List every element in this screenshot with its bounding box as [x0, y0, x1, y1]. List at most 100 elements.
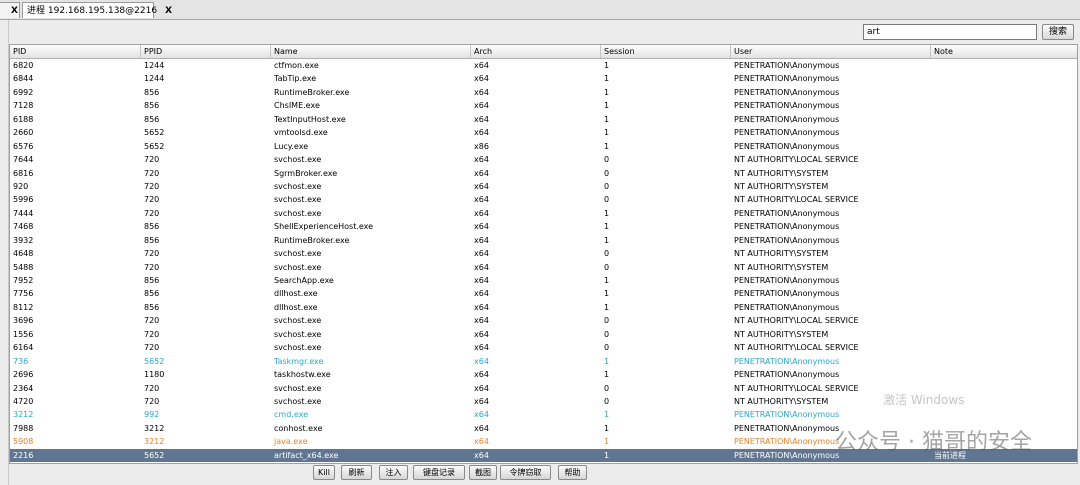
table-row[interactable]: 2660 5652 vmtoolsd.exe x64 1 PENETRATION\Anon…	[10, 126, 1077, 139]
cell-ppid: 1180	[144, 370, 165, 380]
kill-button[interactable]: Kill	[313, 465, 335, 480]
table-row[interactable]: 7952 856 SearchApp.exe x64 1 PENETRATION\Anon…	[10, 274, 1077, 287]
cell-user: PENETRATION\Anonymous	[734, 74, 840, 84]
cell-user: PENETRATION\Anonymous	[734, 423, 840, 433]
table-row[interactable]: 6820 1244 ctfmon.exe x64 1 PENETRATION\Anonym…	[10, 59, 1077, 72]
tab-previous[interactable]: X	[0, 2, 20, 18]
cell-session: 0	[604, 343, 610, 353]
table-row[interactable]: 3696 720 svchost.exe x64 0 NT AUTHORITY\LOCAL…	[10, 314, 1077, 327]
cell-user: PENETRATION\Anonymous	[734, 289, 840, 299]
cell-pid: 3212	[13, 410, 34, 420]
cell-pid: 6188	[13, 114, 34, 124]
table-row[interactable]: 7644 720 svchost.exe x64 0 NT AUTHORITY\LOCAL…	[10, 153, 1077, 166]
search-button[interactable]: 搜索	[1042, 24, 1074, 40]
cell-session: 1	[604, 235, 610, 245]
cell-user: PENETRATION\Anonymous	[734, 114, 840, 124]
cell-ppid: 3212	[144, 437, 165, 447]
cell-pid: 5488	[13, 262, 34, 272]
cell-arch: x64	[474, 423, 489, 433]
watermark-text: 公众号 · 猫哥的安全	[835, 430, 1032, 455]
cell-session: 1	[604, 450, 610, 460]
cell-arch: x64	[474, 155, 489, 165]
refresh-button[interactable]: 刷新	[341, 465, 372, 480]
steal-token-button[interactable]: 令牌窃取	[500, 465, 551, 480]
cell-user: PENETRATION\Anonymous	[734, 437, 840, 447]
column-header-user[interactable]: User	[731, 45, 931, 58]
cell-ppid: 720	[144, 208, 160, 218]
cell-arch: x64	[474, 289, 489, 299]
cell-user: NT AUTHORITY\SYSTEM	[734, 396, 829, 406]
cell-arch: x64	[474, 235, 489, 245]
cell-user: PENETRATION\Anonymous	[734, 128, 840, 138]
cell-ppid: 1244	[144, 61, 165, 70]
column-header-name[interactable]: Name	[271, 45, 471, 58]
inject-button[interactable]: 注入	[379, 465, 408, 480]
table-row[interactable]: 3932 856 RuntimeBroker.exe x64 1 PENETRATION\…	[10, 234, 1077, 247]
cell-arch: x64	[474, 101, 489, 111]
cell-session: 1	[604, 141, 610, 151]
cell-pid: 8112	[13, 302, 34, 312]
column-header-arch[interactable]: Arch	[471, 45, 601, 58]
table-row[interactable]: 7128 856 ChsIME.exe x64 1 PENETRATION\Anonymo…	[10, 99, 1077, 112]
cell-ppid: 720	[144, 383, 160, 393]
table-row[interactable]: 5996 720 svchost.exe x64 0 NT AUTHORITY\LOCAL…	[10, 193, 1077, 206]
cell-user: PENETRATION\Anonymous	[734, 141, 840, 151]
cell-ppid: 856	[144, 289, 160, 299]
cell-user: NT AUTHORITY\LOCAL SERVICE	[734, 195, 859, 205]
cell-name: RuntimeBroker.exe	[274, 87, 350, 97]
cell-ppid: 5652	[144, 450, 165, 460]
table-row[interactable]: 6816 720 SgrmBroker.exe x64 0 NT AUTHORITY\SY…	[10, 167, 1077, 180]
column-header-note[interactable]: Note	[931, 45, 1077, 58]
cell-arch: x64	[474, 208, 489, 218]
cell-session: 1	[604, 222, 610, 232]
column-header-session[interactable]: Session	[601, 45, 731, 58]
cell-name: RuntimeBroker.exe	[274, 235, 350, 245]
cell-ppid: 5652	[144, 141, 165, 151]
table-row[interactable]: 2696 1180 taskhostw.exe x64 1 PENETRATION\Ano…	[10, 368, 1077, 381]
cell-ppid: 856	[144, 276, 160, 285]
cell-session: 1	[604, 370, 610, 380]
cell-ppid: 720	[144, 155, 160, 165]
cell-user: PENETRATION\Anonymous	[734, 208, 840, 218]
cell-user: NT AUTHORITY\LOCAL SERVICE	[734, 383, 859, 393]
cell-ppid: 856	[144, 302, 160, 312]
help-button[interactable]: 帮助	[558, 465, 587, 480]
cell-name: ChsIME.exe	[274, 101, 320, 111]
table-row[interactable]: 736 5652 Taskmgr.exe x64 1 PENETRATION\Anonym…	[10, 355, 1077, 368]
tab-processes[interactable]: 进程 192.168.195.138@2216 X	[22, 2, 172, 18]
search-input[interactable]	[863, 24, 1037, 40]
cell-pid: 4720	[13, 396, 34, 406]
cell-user: PENETRATION\Anonymous	[734, 235, 840, 245]
table-row[interactable]: 6188 856 TextInputHost.exe x64 1 PENETRATION\…	[10, 113, 1077, 126]
tab-processes-close-icon[interactable]: X	[165, 6, 172, 16]
cell-arch: x64	[474, 128, 489, 138]
table-row[interactable]: 6844 1244 TabTip.exe x64 1 PENETRATION\Anonym…	[10, 72, 1077, 85]
cell-arch: x64	[474, 114, 489, 124]
table-row[interactable]: 7756 856 dllhost.exe x64 1 PENETRATION\Anonym…	[10, 287, 1077, 300]
keylogger-button[interactable]: 键盘记录	[413, 465, 465, 480]
table-row[interactable]: 6576 5652 Lucy.exe x86 1 PENETRATION\Anonymou…	[10, 140, 1077, 153]
cell-user: PENETRATION\Anonymous	[734, 302, 840, 312]
table-row[interactable]: 920 720 svchost.exe x64 0 NT AUTHORITY\SYSTEM	[10, 180, 1077, 193]
table-row[interactable]: 1556 720 svchost.exe x64 0 NT AUTHORITY\SYSTE…	[10, 328, 1077, 341]
cell-name: ctfmon.exe	[274, 61, 319, 70]
cell-pid: 2660	[13, 128, 34, 138]
table-row[interactable]: 6992 856 RuntimeBroker.exe x64 1 PENETRATION\…	[10, 86, 1077, 99]
column-header-pid[interactable]: PID	[10, 45, 141, 58]
cell-arch: x64	[474, 450, 489, 460]
table-row[interactable]: 5488 720 svchost.exe x64 0 NT AUTHORITY\SYSTE…	[10, 261, 1077, 274]
table-row[interactable]: 7444 720 svchost.exe x64 1 PENETRATION\Anonym…	[10, 207, 1077, 220]
cell-ppid: 856	[144, 114, 160, 124]
table-row[interactable]: 3212 992 cmd.exe x64 1 PENETRATION\Anonymous	[10, 408, 1077, 421]
tab-previous-close-icon[interactable]: X	[11, 6, 18, 16]
screenshot-button[interactable]: 截图	[469, 465, 497, 480]
table-row[interactable]: 7468 856 ShellExperienceHost.exe x64 1 PENETR…	[10, 220, 1077, 233]
cell-arch: x86	[474, 141, 489, 151]
cell-user: NT AUTHORITY\LOCAL SERVICE	[734, 316, 859, 326]
table-row[interactable]: 6164 720 svchost.exe x64 0 NT AUTHORITY\LOCAL…	[10, 341, 1077, 354]
table-row[interactable]: 4648 720 svchost.exe x64 0 NT AUTHORITY\SYSTE…	[10, 247, 1077, 260]
cell-session: 1	[604, 128, 610, 138]
table-row[interactable]: 8112 856 dllhost.exe x64 1 PENETRATION\Anonym…	[10, 301, 1077, 314]
column-header-ppid[interactable]: PPID	[141, 45, 271, 58]
cell-pid: 5908	[13, 437, 34, 447]
